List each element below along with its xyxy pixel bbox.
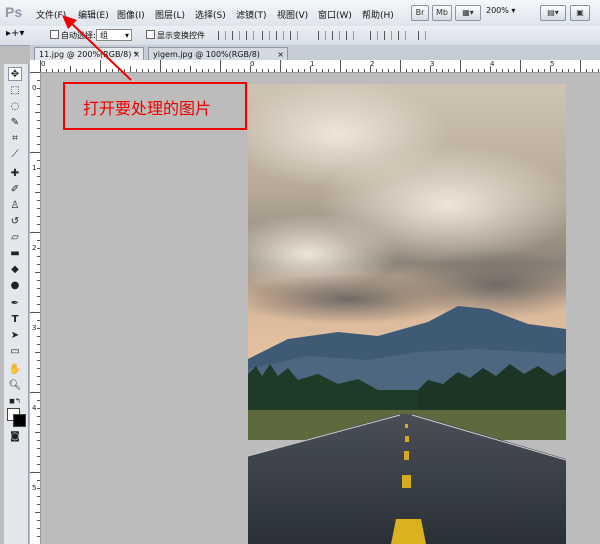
lasso-tool-icon[interactable]: ◌	[8, 100, 22, 114]
tab-document-yigem[interactable]: yigem.jpg @ 100%(RGB/8) ×	[148, 47, 288, 60]
path-selection-tool-icon[interactable]: ➤	[8, 329, 22, 343]
ruler-label: 5	[550, 60, 555, 68]
auto-select-checkbox[interactable]: 自动选择:	[50, 30, 96, 41]
gradient-tool-icon[interactable]: ▬	[8, 247, 22, 261]
ruler-label: 2	[32, 244, 37, 252]
pen-tool-icon[interactable]: ✒	[8, 297, 22, 311]
auto-align-layers-icon[interactable]	[418, 31, 426, 40]
dodge-tool-icon[interactable]: ●	[8, 279, 22, 293]
ruler-corner	[30, 60, 40, 72]
zoom-level-select[interactable]: 200% ▾	[486, 6, 515, 15]
auto-select-target-select[interactable]: 组 ▾	[96, 29, 132, 41]
quick-mask-icon[interactable]: ◙	[8, 430, 22, 444]
default-colors-icon[interactable]: ◼↰	[8, 394, 22, 408]
brush-tool-icon[interactable]: ✐	[8, 183, 22, 197]
distribute-right-icon[interactable]	[398, 31, 406, 40]
ruler-label: 0	[32, 84, 37, 92]
ruler-label: 4	[490, 60, 495, 68]
menu-select[interactable]: 选择(S)	[195, 8, 226, 21]
zoom-tool-icon[interactable]: 🔍︎	[8, 379, 22, 393]
move-tool-icon[interactable]: ✥	[8, 67, 22, 81]
align-hcenter-icon[interactable]	[276, 31, 284, 40]
clone-stamp-tool-icon[interactable]: ♙	[8, 199, 22, 213]
background-color-swatch[interactable]	[13, 414, 26, 427]
options-bar: ▸+▾ 自动选择: 组 ▾ 显示变换控件	[0, 26, 600, 46]
ruler-label: 5	[32, 484, 37, 492]
tools-panel: ✥ ⬚ ◌ ✎ ⌗ ⟋ ✚ ✐ ♙ ↺ ▱ ▬ ◆ ● ✒ T ➤ ▭ ✋ 🔍︎…	[4, 64, 29, 544]
horizontal-ruler: 0 0 1 2 3 4 5	[40, 60, 600, 73]
marquee-tool-icon[interactable]: ⬚	[8, 84, 22, 98]
quick-selection-tool-icon[interactable]: ✎	[8, 116, 22, 130]
align-top-icon[interactable]	[218, 31, 226, 40]
photoshop-logo: Ps	[5, 4, 23, 20]
menu-view[interactable]: 视图(V)	[277, 8, 308, 21]
menu-filter[interactable]: 滤镜(T)	[236, 8, 267, 21]
show-transform-controls-checkbox[interactable]: 显示变换控件	[146, 30, 205, 41]
bridge-button[interactable]: Br	[411, 5, 429, 21]
tab-document-11[interactable]: 11.jpg @ 200%(RGB/8) * ×	[34, 47, 144, 60]
menu-edit[interactable]: 编辑(E)	[78, 8, 109, 21]
vertical-ruler: 0 1 2 3 4 5	[30, 72, 41, 544]
ruler-label: 0	[250, 60, 255, 68]
ruler-label: 3	[32, 324, 37, 332]
menu-file[interactable]: 文件(F)	[36, 8, 66, 21]
chevron-down-icon: ▾	[124, 31, 129, 40]
menu-help[interactable]: 帮助(H)	[362, 8, 394, 21]
ruler-ticks-vertical	[30, 72, 40, 537]
menu-bar: Ps 文件(F) 编辑(E) 图像(I) 图层(L) 选择(S) 滤镜(T) 视…	[0, 0, 600, 27]
ruler-ticks-horizontal	[40, 60, 599, 72]
view-extras-button[interactable]: ▦▾	[455, 5, 481, 21]
checkbox-icon	[146, 30, 155, 39]
align-right-icon[interactable]	[290, 31, 298, 40]
hand-tool-icon[interactable]: ✋	[8, 363, 22, 377]
align-vcenter-icon[interactable]	[232, 31, 240, 40]
checkbox-icon	[50, 30, 59, 39]
ruler-label: 2	[370, 60, 375, 68]
distribute-hcenter-icon[interactable]	[384, 31, 392, 40]
healing-brush-tool-icon[interactable]: ✚	[8, 167, 22, 181]
ruler-label: 0	[41, 60, 46, 68]
type-tool-icon[interactable]: T	[8, 313, 22, 327]
annotation-callout-box: 打开要处理的图片	[63, 82, 247, 130]
ruler-label: 1	[310, 60, 315, 68]
history-brush-tool-icon[interactable]: ↺	[8, 215, 22, 229]
distribute-top-icon[interactable]	[318, 31, 326, 40]
annotation-text: 打开要处理的图片	[83, 99, 212, 118]
blur-tool-icon[interactable]: ◆	[8, 263, 22, 277]
menu-window[interactable]: 窗口(W)	[318, 8, 352, 21]
move-tool-preset-icon[interactable]: ▸+▾	[6, 28, 24, 39]
menu-image[interactable]: 图像(I)	[117, 8, 145, 21]
distribute-vcenter-icon[interactable]	[332, 31, 340, 40]
align-bottom-icon[interactable]	[246, 31, 254, 40]
distribute-left-icon[interactable]	[370, 31, 378, 40]
align-left-icon[interactable]	[262, 31, 270, 40]
crop-tool-icon[interactable]: ⌗	[8, 132, 22, 146]
document-canvas-photo[interactable]	[248, 84, 566, 544]
road-landscape-photo	[248, 84, 566, 544]
ruler-label: 3	[430, 60, 435, 68]
mini-bridge-button[interactable]: Mb	[432, 5, 452, 21]
ruler-label: 4	[32, 404, 37, 412]
screen-mode-button[interactable]: ▣	[570, 5, 590, 21]
distribute-bottom-icon[interactable]	[346, 31, 354, 40]
ruler-label: 1	[32, 164, 37, 172]
eyedropper-tool-icon[interactable]: ⟋	[8, 148, 22, 162]
eraser-tool-icon[interactable]: ▱	[8, 231, 22, 245]
menu-layer[interactable]: 图层(L)	[155, 8, 185, 21]
document-tab-bar: 11.jpg @ 200%(RGB/8) * × yigem.jpg @ 100…	[30, 45, 600, 61]
arrange-documents-button[interactable]: ▤▾	[540, 5, 566, 21]
shape-tool-icon[interactable]: ▭	[8, 345, 22, 359]
